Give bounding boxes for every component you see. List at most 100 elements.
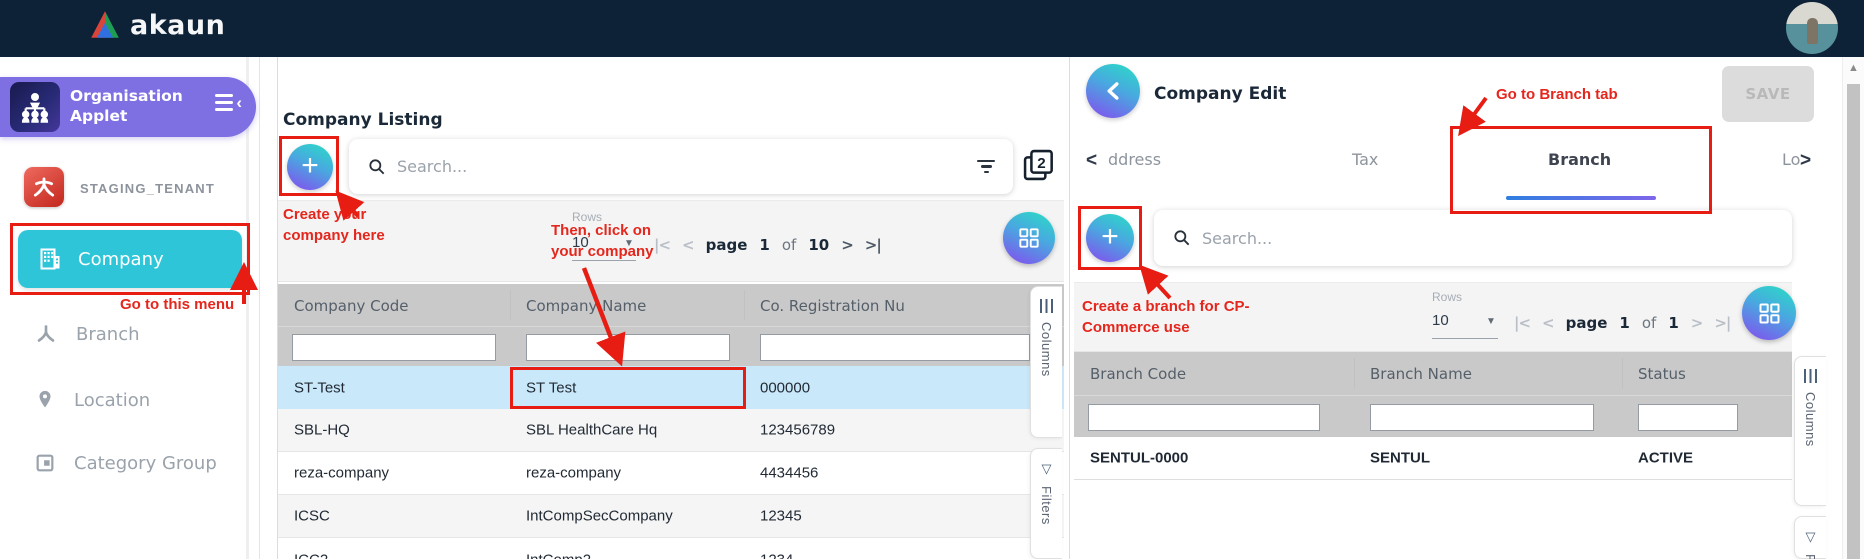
save-button[interactable]: SAVE [1722, 66, 1814, 122]
table-row-reza-company[interactable]: reza-company reza-company 4434456 [278, 452, 1064, 495]
tenant-icon [24, 167, 64, 207]
columns-side-tab[interactable]: Columns [1794, 356, 1826, 506]
scroll-up-icon[interactable]: ▲ [1848, 62, 1859, 74]
branch-table-header: Branch Code Branch Name Status [1074, 352, 1792, 395]
sidebar-item-location[interactable]: Location [34, 388, 150, 412]
of-word: of [1641, 314, 1657, 332]
building-icon [40, 248, 60, 270]
location-pin-icon [39, 390, 51, 408]
add-branch-button[interactable]: + [1086, 214, 1134, 262]
grid-icon [1759, 303, 1779, 323]
tab-location[interactable]: Lo [1782, 150, 1800, 169]
annotation-goto-menu: Go to this menu [120, 296, 235, 313]
page-scrollbar-thumb[interactable] [1847, 84, 1860, 559]
filters-icon: ▽ [1041, 461, 1052, 476]
sidebar-item-branch[interactable]: Branch [34, 322, 140, 346]
applet-header: Organisation Applet ‹ [0, 77, 256, 137]
cell-company-code: ICC2 [294, 551, 328, 559]
company-search-input[interactable] [397, 157, 967, 176]
total-pages: 10 [808, 236, 830, 254]
filter-company-name[interactable] [526, 334, 730, 361]
tabs-scroll-right-icon[interactable]: > [1800, 150, 1811, 172]
company-table-filter-row [278, 326, 1064, 366]
plus-icon: + [1101, 220, 1119, 253]
current-page: 1 [759, 236, 770, 254]
current-page: 1 [1619, 314, 1630, 332]
next-page-button[interactable]: > [1691, 314, 1704, 332]
back-arrow-icon [1107, 82, 1119, 100]
duplicate-view-icon[interactable]: 2 [1020, 146, 1058, 189]
search-icon [369, 158, 385, 174]
card-view-button[interactable] [1003, 212, 1055, 264]
annotation-create-company: Create your company here [283, 206, 385, 244]
app-window: akaun Organisation Applet ‹ STAGING_TENA… [0, 0, 1864, 559]
filters-side-tab[interactable]: ▽ Filters [1030, 448, 1062, 559]
company-search-bar[interactable] [349, 139, 1013, 194]
rows-underline [1432, 338, 1498, 339]
svg-text:2: 2 [1037, 155, 1045, 172]
last-page-button[interactable]: >| [865, 236, 882, 254]
filter-branch-code[interactable] [1088, 404, 1320, 431]
top-nav: akaun [0, 0, 1864, 57]
cell-co-registration: 123456789 [760, 421, 836, 439]
sidebar-scrollbar[interactable] [246, 57, 249, 559]
rows-per-page-value[interactable]: 10 [1432, 312, 1449, 329]
sidebar-item-company[interactable]: Company [18, 230, 242, 288]
page-word: page [705, 236, 748, 254]
table-row-sentul[interactable]: SENTUL-0000 SENTUL ACTIVE [1074, 437, 1792, 480]
add-company-button[interactable]: + [287, 144, 333, 190]
branch-search-input[interactable] [1202, 228, 1774, 248]
tab-tax[interactable]: Tax [1352, 150, 1378, 169]
last-page-button[interactable]: >| [1714, 314, 1731, 332]
table-row-icc2[interactable]: ICC2 IntComp2 1234 [278, 538, 1064, 559]
rows-dropdown-icon[interactable]: ▼ [1486, 316, 1496, 327]
first-page-button[interactable]: |< [1514, 314, 1531, 332]
branch-icon [37, 325, 55, 342]
cell-branch-code: SENTUL-0000 [1090, 449, 1189, 467]
sidebar-item-label: Category Group [74, 452, 217, 474]
user-avatar[interactable] [1786, 2, 1838, 54]
company-pagination: |< < page 1 of 10 > >| [654, 236, 882, 254]
cell-company-code: reza-company [294, 464, 390, 482]
columns-side-tab[interactable]: Columns [1030, 286, 1062, 438]
tabs-scroll-left-icon[interactable]: < [1086, 150, 1097, 172]
filter-lines-icon[interactable] [977, 159, 995, 174]
rows-label: Rows [1432, 290, 1463, 304]
cell-co-registration: 000000 [760, 379, 811, 396]
logo-text: akaun [130, 9, 226, 41]
table-row-sbl-hq[interactable]: SBL-HQ SBL HealthCare Hq 123456789 [278, 409, 1064, 452]
prev-page-button[interactable]: < [682, 236, 695, 254]
columns-icon [1040, 299, 1053, 313]
filter-co-registration[interactable] [760, 334, 1030, 361]
col-company-code: Company Code [294, 297, 409, 315]
panel-divider-right [1069, 57, 1070, 559]
akaun-triangle-icon [91, 11, 119, 38]
sidebar-item-category-group[interactable]: Category Group [34, 452, 217, 474]
cell-company-name: IntComp2 [526, 551, 591, 559]
cell-branch-name: SENTUL [1370, 449, 1430, 467]
cell-co-registration: 1234 [760, 551, 793, 559]
filters-side-tab[interactable]: ▽ Filt [1794, 516, 1826, 559]
branch-search-bar[interactable] [1154, 210, 1792, 266]
filter-company-code[interactable] [292, 334, 496, 361]
tab-address[interactable]: ddress [1108, 150, 1161, 169]
annotation-create-branch: Create a branch for CP-Commerce use [1082, 298, 1250, 336]
annotation-box-branch-tab [1450, 126, 1712, 214]
cell-company-name: ST Test [526, 379, 577, 396]
filter-branch-name[interactable] [1370, 404, 1594, 431]
table-row-icsc[interactable]: ICSC IntCompSecCompany 12345 [278, 495, 1064, 538]
of-word: of [781, 236, 797, 254]
back-button[interactable] [1086, 64, 1140, 118]
tab-branch[interactable]: Branch [1548, 150, 1611, 169]
columns-tab-label: Columns [1803, 392, 1818, 447]
card-view-button[interactable] [1742, 286, 1796, 340]
prev-page-button[interactable]: < [1542, 314, 1555, 332]
columns-icon [1804, 369, 1817, 383]
table-row-st-test[interactable]: ST-Test ST Test 000000 [278, 366, 1064, 409]
filter-status[interactable] [1638, 404, 1738, 431]
next-page-button[interactable]: > [841, 236, 854, 254]
company-edit-title: Company Edit [1154, 84, 1287, 104]
col-company-name: Company Name [526, 297, 647, 315]
branch-pagination: |< < page 1 of 1 > >| [1514, 314, 1731, 332]
collapse-sidebar-icon[interactable]: ‹ [215, 94, 242, 111]
